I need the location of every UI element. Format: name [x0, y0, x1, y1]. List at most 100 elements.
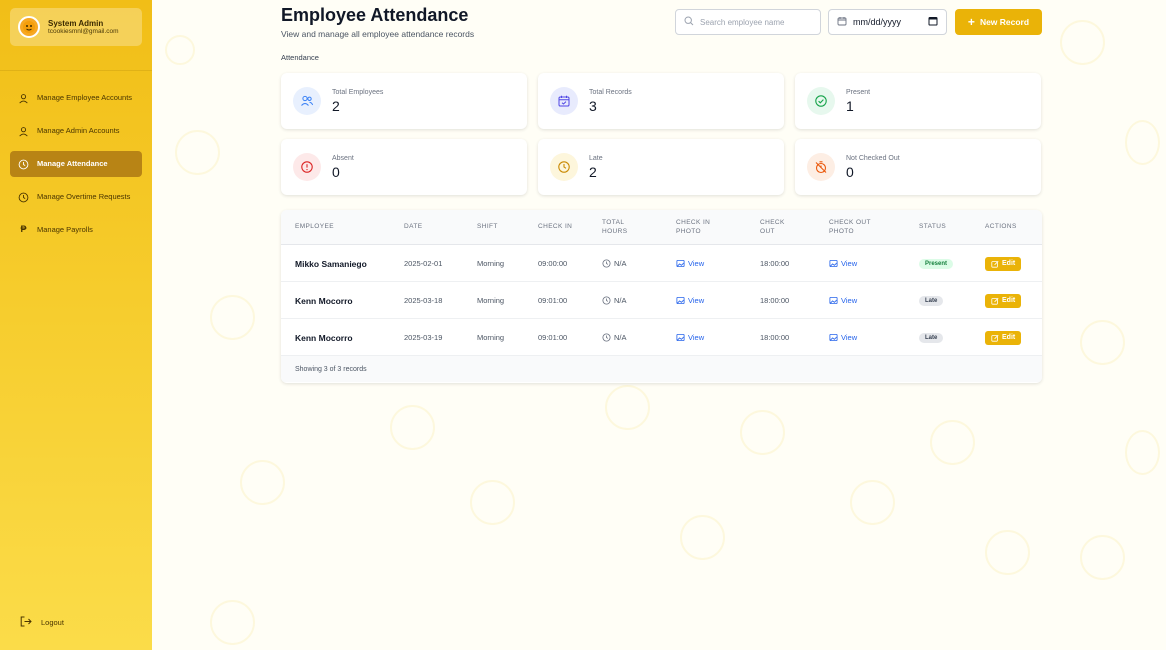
view-label: View — [841, 259, 858, 268]
total-hours-cell: N/A — [602, 245, 627, 282]
page-title: Employee Attendance — [281, 5, 469, 25]
actions-cell: Edit — [985, 319, 1022, 356]
sidebar-item-label: Manage Overtime Requests — [37, 192, 131, 202]
check-in-photo-link[interactable]: View — [676, 282, 704, 319]
section-label: Attendance — [281, 53, 319, 62]
total-hours-value: N/A — [614, 259, 627, 268]
view-label: View — [841, 296, 858, 305]
sidebar-item-payrolls[interactable]: ₱ Manage Payrolls — [10, 217, 142, 243]
clock-icon — [18, 192, 29, 203]
edit-button[interactable]: Edit — [985, 256, 1022, 271]
status-cell: Late — [919, 282, 944, 319]
image-icon — [676, 259, 685, 268]
logout-icon — [20, 616, 32, 629]
view-label: View — [688, 333, 705, 342]
new-record-label: New Record — [979, 17, 1030, 27]
timer-off-icon — [807, 153, 835, 181]
shift-cell: Morning — [477, 259, 505, 268]
stat-value: 2 — [589, 163, 597, 180]
search-icon — [684, 13, 694, 31]
stat-label: Late — [589, 154, 603, 162]
column-header-status[interactable]: STATUS — [919, 210, 946, 245]
sidebar-item-attendance[interactable]: Manage Attendance — [10, 151, 142, 177]
stat-card-present: Present 1 — [795, 73, 1041, 129]
status-cell: Present — [919, 245, 954, 282]
edit-label: Edit — [1002, 334, 1016, 341]
check-circle-icon — [807, 87, 835, 115]
column-header-total-hours[interactable]: TOTAL HOURS — [602, 210, 642, 245]
column-header-check-out[interactable]: CHECK OUT — [760, 210, 794, 245]
total-hours-value: N/A — [614, 296, 627, 305]
edit-label: Edit — [1002, 260, 1016, 267]
employee-name: Kenn Mocorro — [295, 295, 353, 306]
user-profile[interactable]: System Admin tcookiesmnl@gmail.com — [10, 8, 142, 46]
logout-button[interactable]: Logout — [20, 616, 64, 629]
stat-value: 3 — [589, 97, 597, 114]
sidebar-item-label: Manage Admin Accounts — [37, 126, 120, 136]
users-icon — [293, 87, 321, 115]
user-icon — [18, 126, 29, 137]
column-header-check-in[interactable]: CHECK IN — [538, 210, 574, 245]
total-hours-cell: N/A — [602, 319, 627, 356]
stat-label: Absent — [332, 154, 354, 162]
check-in-photo-link[interactable]: View — [676, 319, 704, 356]
stat-card-absent: Absent 0 — [281, 139, 527, 195]
status-badge: Present — [919, 258, 954, 269]
table-header: EMPLOYEE DATE SHIFT CHECK IN TOTAL HOURS… — [281, 210, 1042, 245]
tiger-logo-icon — [23, 21, 35, 33]
clock-icon — [602, 259, 611, 268]
employee-name: Mikko Samaniego — [295, 258, 367, 269]
sidebar-item-admin-accounts[interactable]: Manage Admin Accounts — [10, 118, 142, 144]
edit-button[interactable]: Edit — [985, 293, 1022, 308]
table-footer: Showing 3 of 3 records — [281, 356, 1042, 382]
table-row: Kenn Mocorro 2025-03-18 Morning 09:01:00… — [281, 282, 1042, 319]
date-filter[interactable]: mm/dd/yyyy — [828, 9, 947, 35]
actions-cell: Edit — [985, 282, 1022, 319]
stat-card-total-employees: Total Employees 2 — [281, 73, 527, 129]
column-header-date[interactable]: DATE — [404, 210, 422, 245]
column-header-actions[interactable]: ACTIONS — [985, 210, 1017, 245]
image-icon — [829, 333, 838, 342]
sidebar-item-label: Manage Employee Accounts — [37, 93, 133, 103]
employee-name: Kenn Mocorro — [295, 332, 353, 343]
edit-icon — [991, 260, 999, 268]
column-header-employee[interactable]: EMPLOYEE — [295, 210, 334, 245]
calendar-picker-icon[interactable] — [928, 16, 938, 28]
check-in-cell: 09:01:00 — [538, 296, 568, 305]
stat-value: 0 — [332, 163, 340, 180]
stat-label: Not Checked Out — [846, 154, 900, 162]
shift-cell: Morning — [477, 296, 505, 305]
status-badge: Late — [919, 295, 944, 306]
check-out-photo-link[interactable]: View — [829, 319, 857, 356]
stat-card-total-records: Total Records 3 — [538, 73, 784, 129]
date-cell: 2025-02-01 — [404, 259, 443, 268]
view-label: View — [841, 333, 858, 342]
status-cell: Late — [919, 319, 944, 356]
column-header-check-in-photo[interactable]: CHECK IN PHOTO — [676, 210, 726, 245]
stat-value: 2 — [332, 97, 340, 114]
image-icon — [676, 333, 685, 342]
date-cell: 2025-03-19 — [404, 333, 443, 342]
check-out-photo-link[interactable]: View — [829, 245, 857, 282]
table-row: Kenn Mocorro 2025-03-19 Morning 09:01:00… — [281, 319, 1042, 356]
column-header-check-out-photo[interactable]: CHECK OUT PHOTO — [829, 210, 879, 245]
sidebar-item-employee-accounts[interactable]: Manage Employee Accounts — [10, 85, 142, 111]
stat-label: Total Employees — [332, 88, 384, 96]
status-badge: Late — [919, 332, 944, 343]
search-box[interactable] — [675, 9, 821, 35]
edit-button[interactable]: Edit — [985, 330, 1022, 345]
peso-icon: ₱ — [20, 224, 27, 235]
check-in-photo-link[interactable]: View — [676, 245, 704, 282]
search-input[interactable] — [700, 17, 810, 27]
user-icon — [18, 93, 29, 104]
sidebar-divider — [0, 70, 152, 71]
table-row: Mikko Samaniego 2025-02-01 Morning 09:00… — [281, 245, 1042, 282]
date-cell: 2025-03-18 — [404, 296, 443, 305]
check-out-photo-link[interactable]: View — [829, 282, 857, 319]
sidebar-item-overtime-requests[interactable]: Manage Overtime Requests — [10, 184, 142, 210]
page-subtitle: View and manage all employee attendance … — [281, 29, 475, 39]
new-record-button[interactable]: + New Record — [955, 9, 1042, 35]
column-header-shift[interactable]: SHIFT — [477, 210, 498, 245]
date-input[interactable]: mm/dd/yyyy — [853, 17, 901, 27]
sidebar-item-label: Manage Payrolls — [37, 225, 93, 235]
